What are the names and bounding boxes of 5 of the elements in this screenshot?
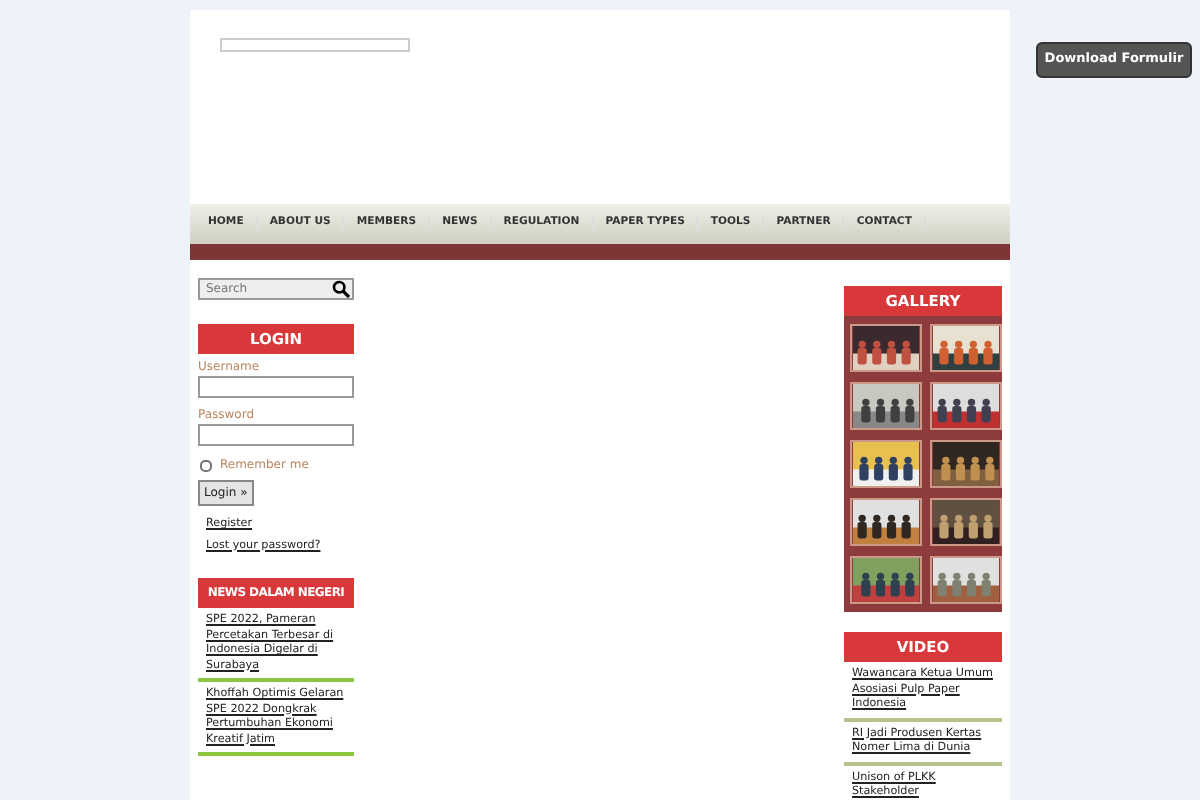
password-field[interactable] [198,424,354,446]
remember-checkbox[interactable] [200,459,212,471]
username-field[interactable] [198,376,354,398]
search-icon[interactable] [332,280,350,298]
header-search-field[interactable] [220,37,410,52]
